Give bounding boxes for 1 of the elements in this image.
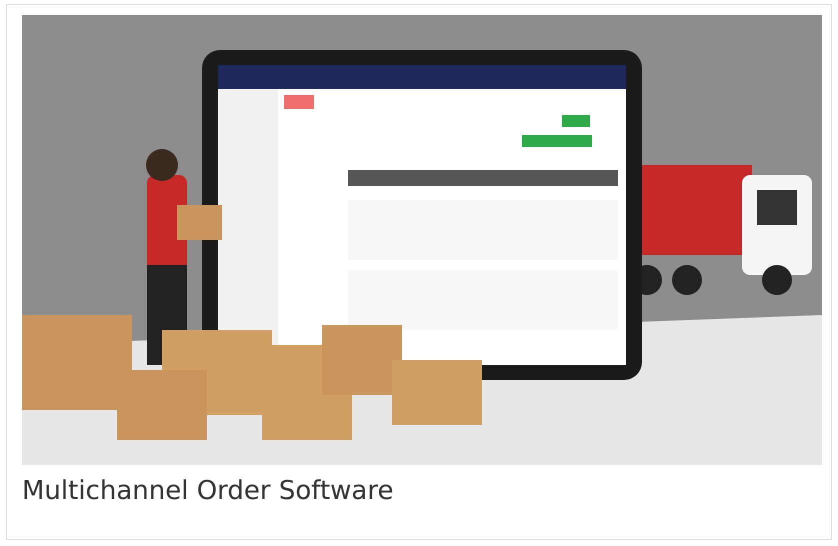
card-caption: Multichannel Order Software	[22, 475, 394, 508]
